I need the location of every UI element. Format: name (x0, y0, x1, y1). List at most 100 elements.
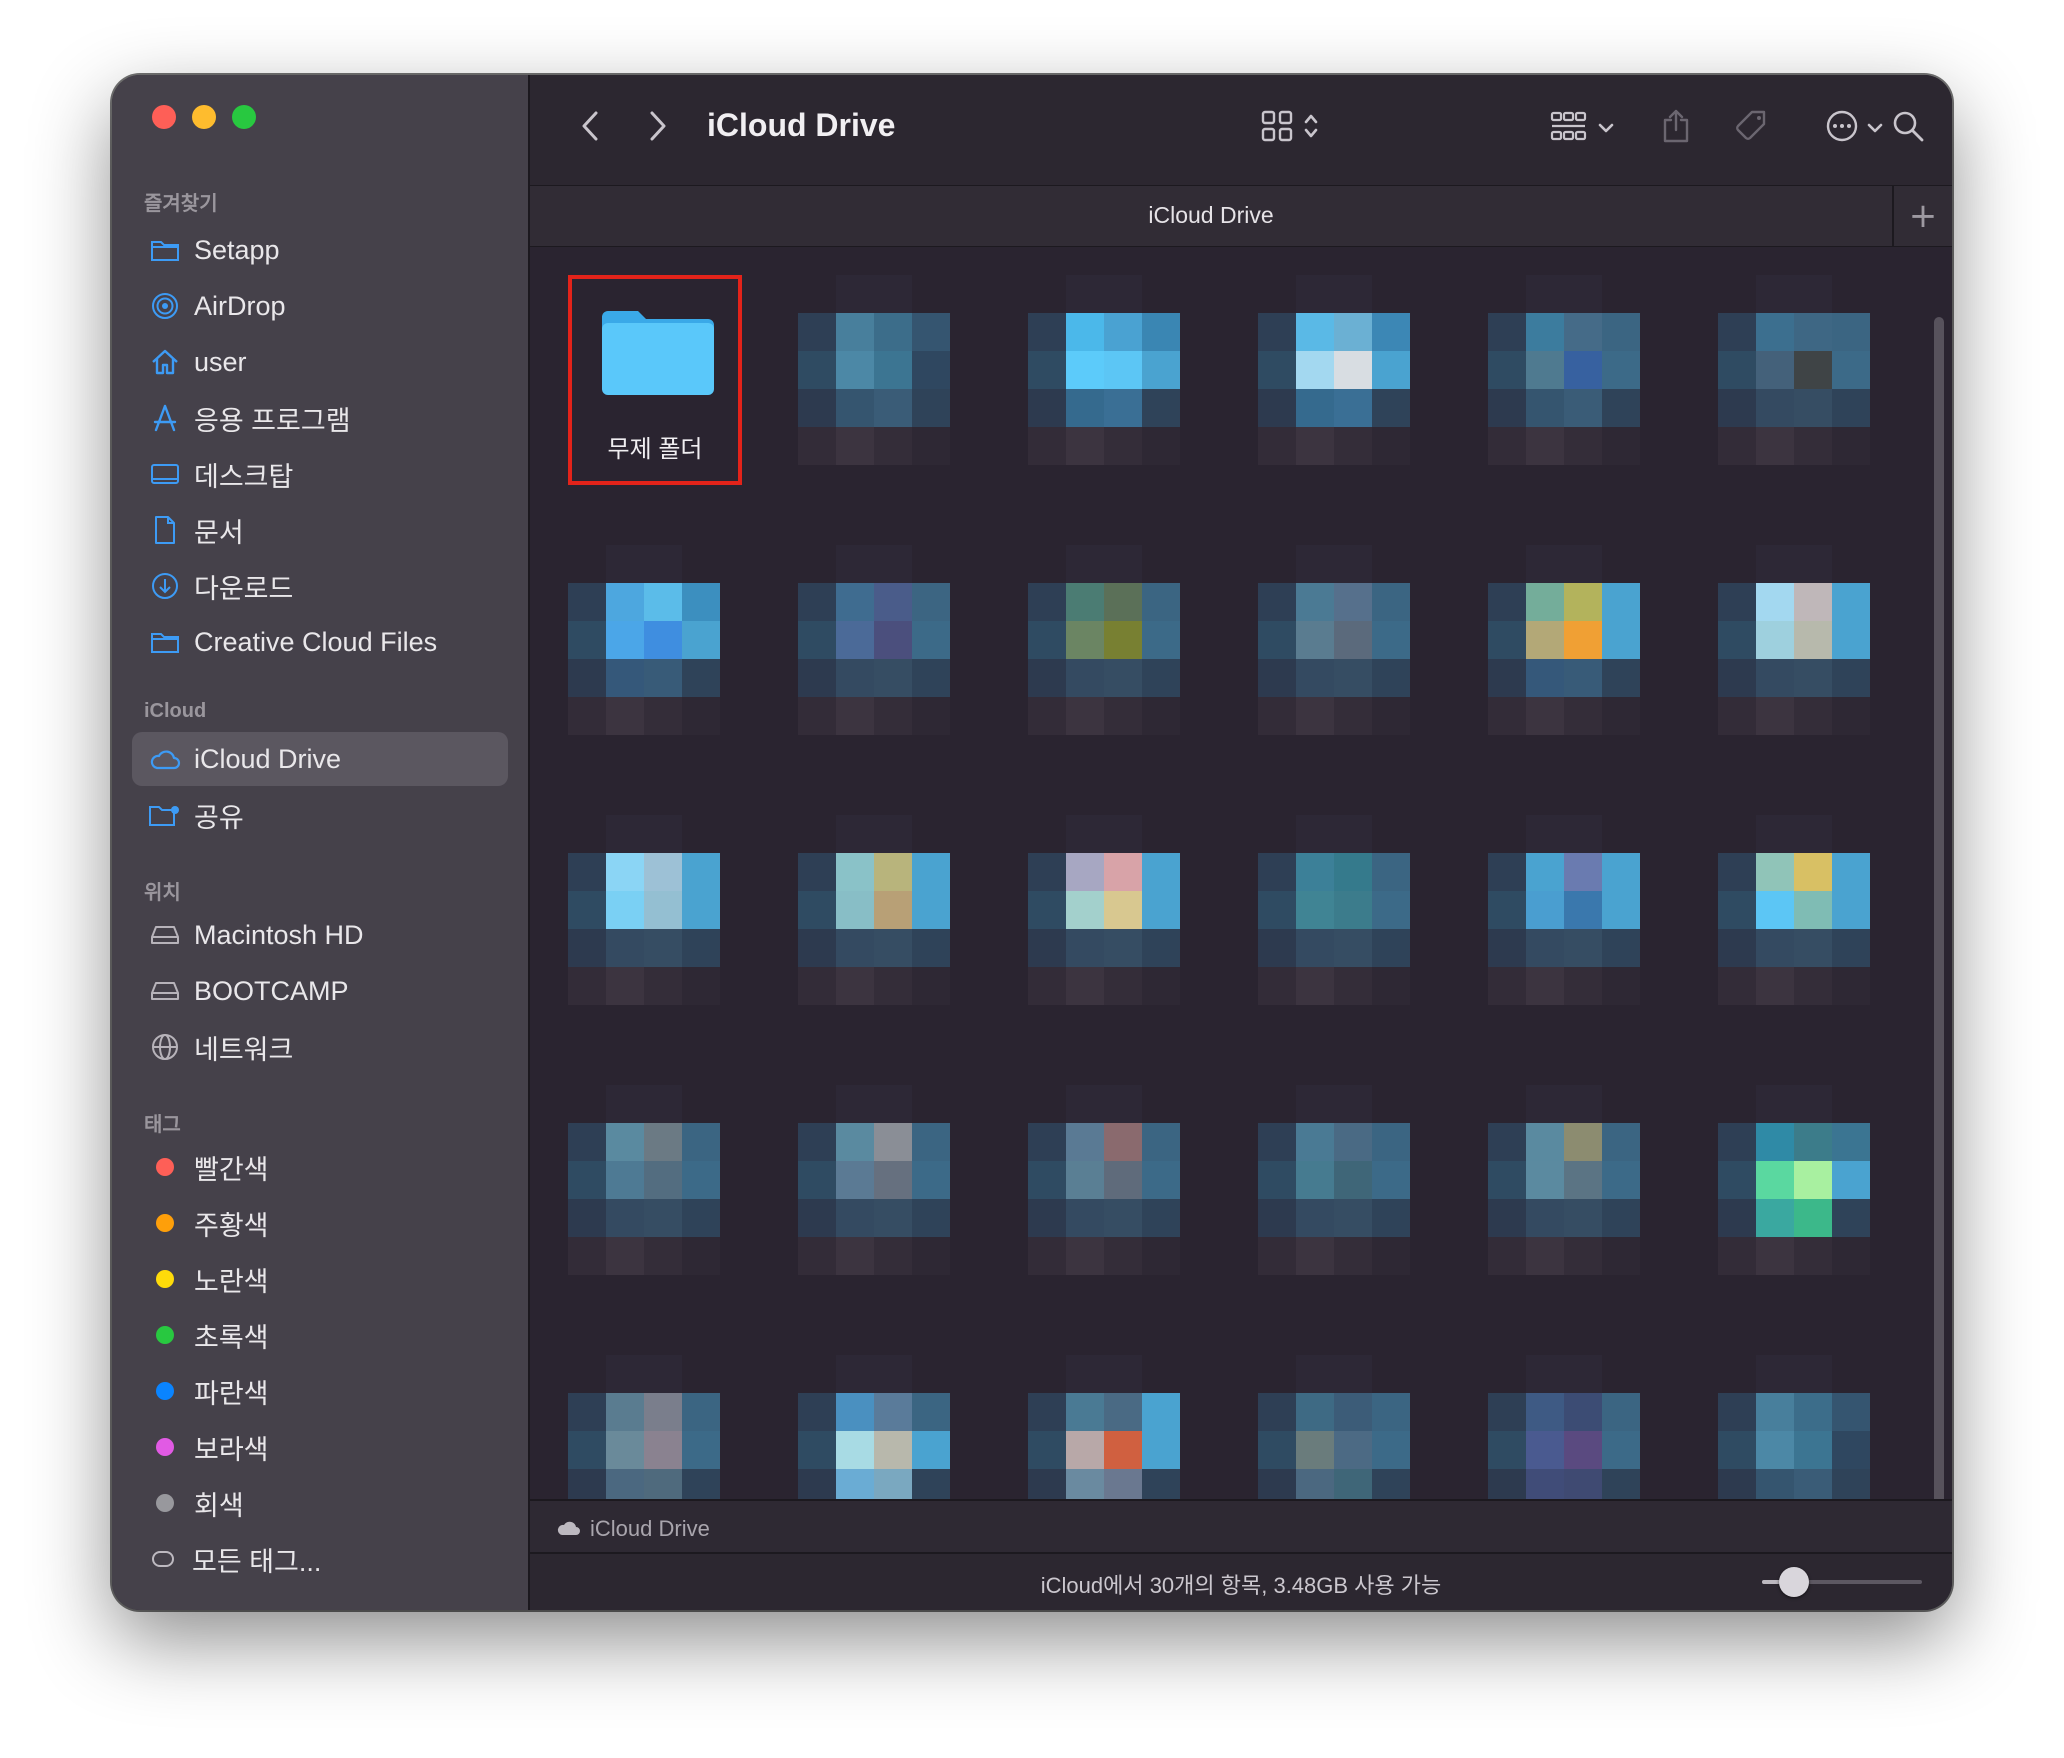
thumbnail-pixel (1258, 1161, 1296, 1199)
thumbnail-pixel (1296, 1123, 1334, 1161)
document-icon (148, 513, 182, 547)
zoom-button[interactable] (232, 105, 256, 129)
sidebar-item-macintosh-hd[interactable]: Macintosh HD (132, 908, 508, 962)
sidebar-tag-gray[interactable]: 회색 (132, 1476, 508, 1530)
file-item[interactable] (1220, 815, 1410, 1015)
file-thumbnail (1028, 1393, 1180, 1507)
thumbnail-pixel (1296, 313, 1334, 351)
file-item[interactable] (760, 275, 950, 475)
thumbnail-pixel (606, 967, 644, 1005)
thumbnail-pixel (1602, 389, 1640, 427)
new-tab-button[interactable]: + (1892, 186, 1952, 246)
thumbnail-pixel (568, 967, 606, 1005)
file-item[interactable] (530, 1085, 720, 1285)
thumbnail-pixel (912, 313, 950, 351)
thumbnail-pixel (1372, 1393, 1410, 1431)
tag-button[interactable] (1730, 101, 1774, 155)
file-item[interactable] (1680, 545, 1870, 745)
action-menu-button[interactable] (1818, 101, 1890, 155)
sidebar-item-shared[interactable]: 공유 (132, 788, 508, 842)
thumbnail-pixel (1258, 351, 1296, 389)
sidebar-item-bootcamp[interactable]: BOOTCAMP (132, 964, 508, 1018)
file-item[interactable] (530, 815, 720, 1015)
file-thumbnail (1718, 853, 1870, 967)
sidebar-tag-blue[interactable]: 파란색 (132, 1364, 508, 1418)
sidebar-item-applications[interactable]: 응용 프로그램 (132, 391, 508, 445)
view-mode-button[interactable] (1250, 101, 1330, 155)
sidebar-item-desktop[interactable]: 데스크탑 (132, 447, 508, 501)
sidebar-item-airdrop[interactable]: AirDrop (132, 279, 508, 333)
file-item[interactable] (1680, 1085, 1870, 1285)
thumbnail-pixel (1756, 1161, 1794, 1199)
sidebar-item-documents[interactable]: 문서 (132, 503, 508, 557)
thumbnail-pixel (1334, 427, 1372, 465)
sidebar-item-label: BOOTCAMP (194, 975, 349, 1006)
sidebar-item-network[interactable]: 네트워크 (132, 1020, 508, 1074)
sidebar-tag-red[interactable]: 빨간색 (132, 1140, 508, 1194)
sidebar-tag-purple[interactable]: 보라색 (132, 1420, 508, 1474)
sidebar-item-downloads[interactable]: 다운로드 (132, 559, 508, 613)
sidebar-item-icloud-drive[interactable]: iCloud Drive (132, 732, 508, 786)
icon-size-slider[interactable] (1762, 1567, 1922, 1597)
thumbnail-edge (1028, 967, 1180, 1005)
file-item[interactable] (1450, 815, 1640, 1015)
sidebar-item-user[interactable]: user (132, 335, 508, 389)
thumbnail-pixel (1832, 1123, 1870, 1161)
thumbnail-pixel (1028, 853, 1066, 891)
sidebar-item-label: 공유 (194, 802, 244, 833)
file-item[interactable] (1220, 275, 1410, 475)
sidebar-tag-orange[interactable]: 주황색 (132, 1196, 508, 1250)
file-item[interactable] (1680, 815, 1870, 1015)
thumbnail-pixel (1334, 1161, 1372, 1199)
file-item[interactable] (1450, 1085, 1640, 1285)
close-button[interactable] (152, 105, 176, 129)
sidebar-item-creative-cloud-files[interactable]: Creative Cloud Files (132, 615, 508, 669)
file-item[interactable] (1220, 545, 1410, 745)
thumbnail-edge (1488, 427, 1640, 465)
file-item[interactable] (1220, 1085, 1410, 1285)
thumbnail-pixel (874, 351, 912, 389)
file-item[interactable] (760, 815, 950, 1015)
file-item[interactable] (1450, 545, 1640, 745)
thumbnail-edge (568, 697, 720, 735)
forward-button[interactable] (636, 101, 680, 155)
file-item[interactable] (1680, 275, 1870, 475)
sidebar-all-tags[interactable]: 모든 태그... (132, 1532, 508, 1586)
back-button[interactable] (568, 101, 612, 155)
search-button[interactable] (1886, 101, 1930, 155)
slider-knob[interactable] (1779, 1567, 1809, 1597)
thumbnail-pixel (568, 1237, 606, 1275)
file-item[interactable] (990, 1085, 1180, 1285)
file-item[interactable] (760, 1085, 950, 1285)
minimize-button[interactable] (192, 105, 216, 129)
file-item[interactable] (990, 545, 1180, 745)
thumbnail-pixel (1832, 659, 1870, 697)
green-tag-dot (156, 1326, 174, 1344)
share-button[interactable] (1654, 101, 1698, 155)
file-item[interactable] (990, 815, 1180, 1015)
sidebar-tag-green[interactable]: 초록색 (132, 1308, 508, 1362)
thumbnail-pixel (1794, 1431, 1832, 1469)
file-item[interactable] (990, 275, 1180, 475)
untitled-folder-item[interactable]: 무제 폴더 (568, 275, 742, 485)
file-item[interactable] (1450, 275, 1640, 475)
thumbnail-pixel (1066, 351, 1104, 389)
tab-icloud-drive[interactable]: iCloud Drive (530, 202, 1892, 229)
sidebar-tag-yellow[interactable]: 노란색 (132, 1252, 508, 1306)
status-bar: iCloud에서 30개의 항목, 3.48GB 사용 가능 (530, 1552, 1952, 1610)
sidebar-item-setapp[interactable]: Setapp (132, 223, 508, 277)
thumbnail-pixel (1066, 621, 1104, 659)
thumbnail-pixel (1718, 313, 1756, 351)
file-item[interactable] (760, 545, 950, 745)
thumbnail-pixel (1028, 967, 1066, 1005)
vertical-scrollbar[interactable] (1934, 317, 1944, 1507)
thumbnail-pixel (1488, 1237, 1526, 1275)
path-bar-label[interactable]: iCloud Drive (590, 1516, 710, 1542)
thumbnail-pixel (1526, 1123, 1564, 1161)
thumbnail-pixel (1066, 427, 1104, 465)
thumbnail-pixel (644, 1431, 682, 1469)
thumbnail-pixel (1564, 1393, 1602, 1431)
file-item[interactable] (530, 545, 720, 745)
group-button[interactable] (1542, 101, 1622, 155)
thumbnail-edge (606, 1355, 682, 1393)
